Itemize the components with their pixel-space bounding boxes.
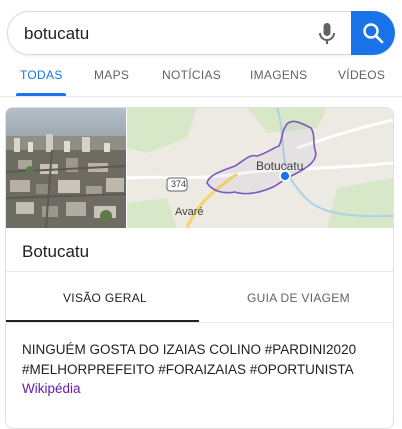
- tab-news[interactable]: NOTÍCIAS: [162, 68, 221, 82]
- wikipedia-link[interactable]: Wikipédia: [22, 381, 81, 396]
- search-icon: [363, 23, 384, 44]
- tab-images[interactable]: IMAGENS: [250, 68, 307, 82]
- search-input[interactable]: [24, 21, 304, 47]
- search-bar: [7, 11, 395, 55]
- result-tabs: TODAS MAPS NOTÍCIAS IMAGENS VÍDEOS: [0, 62, 402, 96]
- search-button[interactable]: [351, 11, 395, 55]
- divider: [6, 322, 393, 323]
- tab-maps[interactable]: MAPS: [94, 68, 129, 82]
- map-road-shield-label: 374: [171, 179, 187, 189]
- entity-description: NINGUÉM GOSTA DO IZAIAS COLINO #PARDINI2…: [22, 342, 357, 377]
- subtab-overview[interactable]: VISÃO GERAL: [63, 291, 147, 305]
- city-aerial-photo[interactable]: [6, 108, 126, 228]
- tab-videos[interactable]: VÍDEOS: [338, 68, 385, 82]
- tabs-divider: [0, 96, 402, 97]
- microphone-icon[interactable]: [317, 22, 337, 46]
- tab-all[interactable]: TODAS: [20, 68, 63, 82]
- map-nearby-label: Avaré: [175, 206, 204, 218]
- map-city-label: Botucatu: [256, 159, 304, 173]
- subtab-travel-guide[interactable]: GUIA DE VIAGEM: [247, 291, 350, 305]
- divider: [6, 271, 393, 272]
- knowledge-panel: Botucatu 374 Avaré Botucatu VISÃO GERAL …: [5, 107, 394, 429]
- entity-title: Botucatu: [22, 242, 90, 261]
